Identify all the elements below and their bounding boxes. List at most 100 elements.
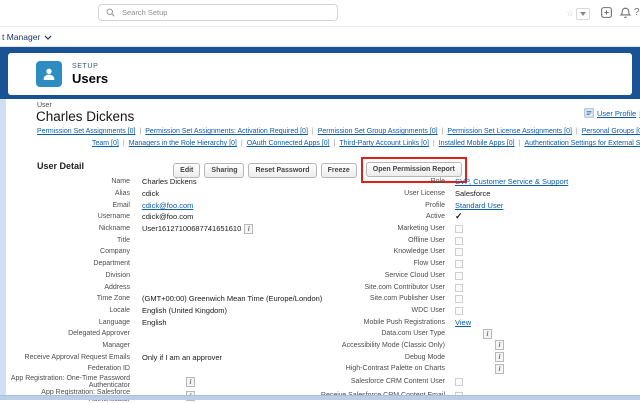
field-value-link[interactable]: SVP, Customer Service & Support	[455, 177, 568, 186]
field-value: i	[445, 328, 636, 340]
related-links-row-1: Permission Set Assignments [0]|Permissio…	[37, 128, 640, 135]
field-value	[445, 293, 636, 305]
field-label: Name	[6, 176, 130, 188]
field-value: i	[445, 340, 636, 352]
info-icon[interactable]: i	[244, 224, 253, 234]
setup-page-banner: SETUP Users	[0, 47, 640, 99]
info-icon[interactable]: i	[483, 329, 492, 339]
related-links-row-2: Team [0]|Managers in the Role Hierarchy …	[92, 140, 640, 147]
related-list-link[interactable]: Team [0]	[92, 140, 119, 147]
field-value	[130, 246, 290, 258]
related-list-link[interactable]: Third-Party Account Links [0]	[339, 140, 428, 147]
setup-search-box[interactable]	[98, 4, 338, 21]
link-separator: |	[429, 140, 439, 147]
field-label: Address	[6, 281, 130, 293]
link-separator: |	[119, 140, 129, 147]
field-value: i	[130, 375, 290, 389]
info-icon[interactable]: i	[495, 352, 504, 362]
field-value-link[interactable]: View	[455, 318, 471, 327]
field-value: i	[445, 351, 636, 363]
field-value	[130, 258, 290, 270]
field-value: cdick@foo.com	[130, 199, 290, 211]
user-profile-link[interactable]: User Profile	[597, 109, 636, 118]
field-value: English	[130, 316, 290, 328]
related-list-link[interactable]: Permission Set Group Assignments [0]	[318, 128, 438, 135]
field-label: Accessibility Mode (Classic Only)	[290, 340, 445, 352]
search-input[interactable]	[115, 8, 337, 17]
related-list-link[interactable]: Personal Groups [0]	[582, 128, 640, 135]
favorites-star-icon[interactable]: ☆	[566, 8, 574, 19]
related-list-link[interactable]: Permission Set Assignments [0]	[37, 128, 135, 135]
record-entity-label: User	[37, 102, 52, 109]
related-list-link[interactable]: OAuth Connected Apps [0]	[247, 140, 330, 147]
field-value: (GMT+00:00) Greenwich Mean Time (Europe/…	[130, 293, 290, 305]
field-value: User16127100687741651610i	[130, 223, 290, 235]
field-value-link[interactable]: Standard User	[455, 201, 503, 210]
field-label: Time Zone	[6, 293, 130, 305]
field-label: Salesforce CRM Content User	[290, 375, 445, 389]
favorites-dropdown-button[interactable]	[576, 8, 590, 20]
search-icon	[106, 8, 115, 17]
field-label: Division	[6, 270, 130, 282]
field-label: Delegated Approver	[6, 328, 130, 340]
field-label: Debug Mode	[290, 351, 445, 363]
link-separator: |	[237, 140, 247, 147]
chevron-down-icon	[44, 35, 52, 40]
detail-row: Receive Approval Request EmailsOnly if I…	[6, 351, 636, 363]
field-value	[130, 328, 290, 340]
link-separator: |	[330, 140, 340, 147]
related-list-link[interactable]: Authentication Settings for External Sys…	[524, 140, 640, 147]
related-list-link[interactable]: Installed Mobile Apps [0]	[439, 140, 515, 147]
field-value	[445, 234, 636, 246]
field-label: Company	[6, 246, 130, 258]
detail-row: LanguageEnglishMobile Push Registrations…	[6, 316, 636, 328]
field-value: ✓	[445, 211, 636, 223]
field-label: Federation ID	[6, 363, 130, 375]
field-label: Department	[6, 258, 130, 270]
link-separator: |	[438, 128, 448, 135]
setup-eyebrow-label: SETUP	[72, 63, 108, 70]
field-value: i	[445, 363, 636, 375]
field-label: High-Contrast Palette on Charts	[290, 363, 445, 375]
info-icon[interactable]: i	[495, 340, 504, 350]
detail-row: Usernamecdick@foo.comActive✓	[6, 211, 636, 223]
field-label: Manager	[6, 340, 130, 352]
detail-row: Federation ID High-Contrast Palette on Ch…	[6, 363, 636, 375]
checkbox-unchecked	[455, 248, 463, 256]
tab-label: t Manager	[2, 32, 40, 42]
checkbox-unchecked	[455, 225, 463, 233]
detail-row: Delegated ApproverData.com User Typei	[6, 328, 636, 340]
field-label: Locale	[6, 305, 130, 317]
field-value	[445, 281, 636, 293]
field-label: Flow User	[290, 258, 445, 270]
field-label: Profile	[290, 199, 445, 211]
field-value: Charles Dickens	[130, 176, 290, 188]
add-box-icon[interactable]	[600, 6, 613, 19]
field-label: Offline User	[290, 234, 445, 246]
field-label: Email	[6, 199, 130, 211]
field-value: SVP, Customer Service & Support	[445, 176, 636, 188]
checkbox-unchecked	[455, 295, 463, 303]
related-list-link[interactable]: Permission Set Assignments: Activation R…	[145, 128, 308, 135]
link-separator: |	[308, 128, 318, 135]
field-value	[445, 246, 636, 258]
field-value	[130, 340, 290, 352]
related-list-link[interactable]: Permission Set License Assignments [0]	[447, 128, 572, 135]
info-icon[interactable]: i	[186, 377, 195, 387]
notifications-bell-icon[interactable]	[619, 6, 632, 19]
field-label: Nickname	[6, 223, 130, 235]
detail-row: NicknameUser16127100687741651610iMarketi…	[6, 223, 636, 235]
detail-row: Time Zone(GMT+00:00) Greenwich Mean Time…	[6, 293, 636, 305]
related-list-link[interactable]: Managers in the Role Hierarchy [0]	[129, 140, 237, 147]
tab-object-manager[interactable]: t Manager	[2, 32, 52, 42]
detail-row: Department Flow User	[6, 258, 636, 270]
field-value-link[interactable]: cdick@foo.com	[142, 201, 193, 210]
bottom-edge-strip	[0, 395, 640, 400]
checkbox-unchecked	[455, 272, 463, 280]
field-value: cdick@foo.com	[130, 211, 290, 223]
field-value	[445, 375, 636, 389]
field-label: Knowledge User	[290, 246, 445, 258]
field-label: Mobile Push Registrations	[290, 316, 445, 328]
help-icon[interactable]: ?	[634, 7, 640, 18]
info-icon[interactable]: i	[495, 364, 504, 374]
